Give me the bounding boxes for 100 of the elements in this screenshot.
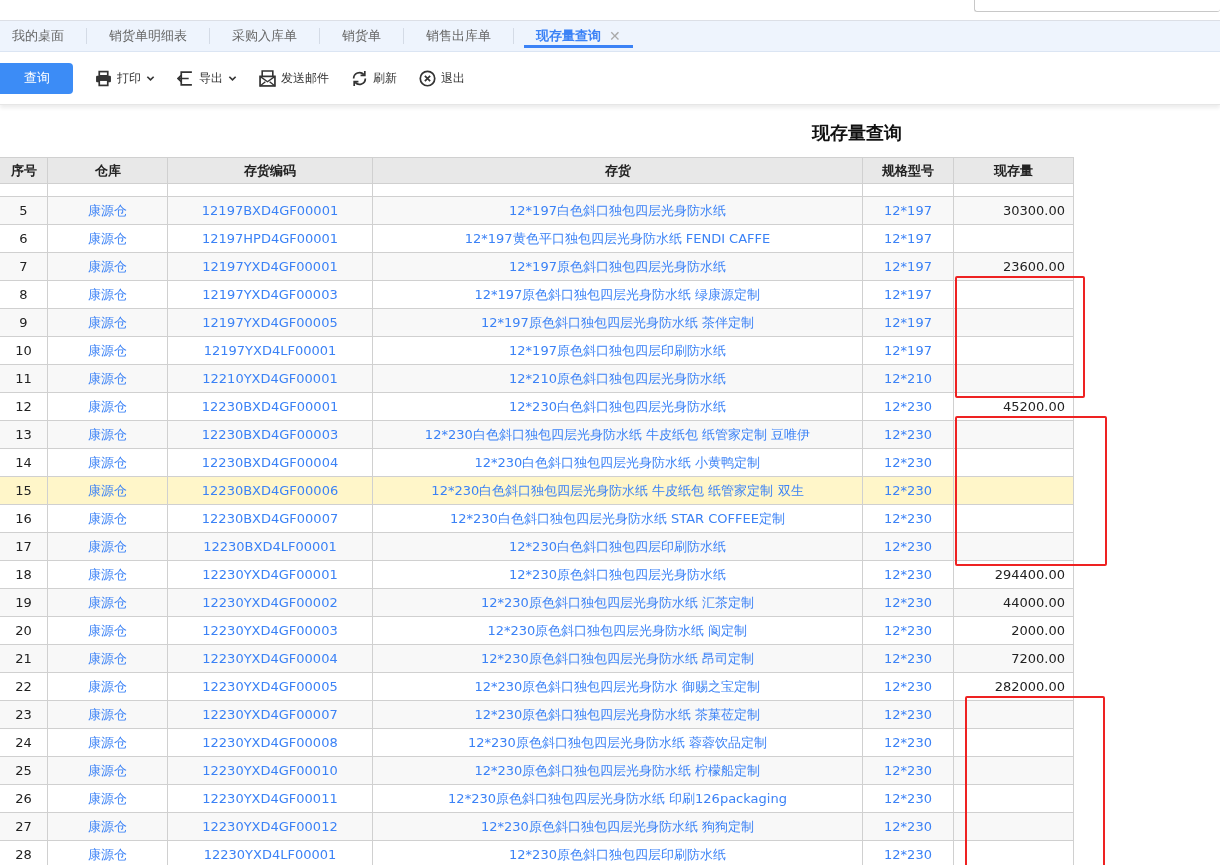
report-title: 现存量查询: [810, 121, 903, 145]
table-cell: 12230YXD4GF00010: [168, 757, 373, 785]
table-cell: 12*210原色斜口独包四层光身防水纸: [373, 365, 863, 393]
table-cell: 11: [0, 365, 48, 393]
tab[interactable]: 销货单: [330, 27, 393, 45]
table-cell: 12230YXD4GF00012: [168, 813, 373, 841]
table-cell: 12*197: [863, 253, 954, 281]
table-cell: 康源仓: [48, 645, 168, 673]
table-cell: 康源仓: [48, 533, 168, 561]
table-cell: 23600.00: [954, 253, 1074, 281]
table-cell: 9: [0, 309, 48, 337]
table-cell: 12*230原色斜口独包四层光身防水纸 狗狗定制: [373, 813, 863, 841]
table-cell: 12*230原色斜口独包四层光身防水纸 柠檬船定制: [373, 757, 863, 785]
table-cell: 12197YXD4GF00005: [168, 309, 373, 337]
table-cell: 12*230原色斜口独包四层光身防水纸 印刷126packaging: [373, 785, 863, 813]
table-cell: 12230YXD4GF00003: [168, 617, 373, 645]
table-cell: 12*230: [863, 729, 954, 757]
table-cell: 12*230原色斜口独包四层光身防水 御赐之宝定制: [373, 673, 863, 701]
table-cell: 12*230: [863, 813, 954, 841]
printer-icon: [95, 69, 112, 87]
table-cell: 12210YXD4GF00001: [168, 365, 373, 393]
table-cell: 12*197: [863, 225, 954, 253]
table-cell: 26: [0, 785, 48, 813]
table-cell: 12*230原色斜口独包四层光身防水纸 茶菓莅定制: [373, 701, 863, 729]
table-cell: 12230YXD4GF00011: [168, 785, 373, 813]
table-cell: 12*230: [863, 561, 954, 589]
table-cell: 18: [0, 561, 48, 589]
tab[interactable]: 销售出库单: [414, 27, 503, 45]
table-cell: 12*197黄色平口独包四层光身防水纸 FENDI CAFFE: [373, 225, 863, 253]
table-cell: 康源仓: [48, 477, 168, 505]
tab[interactable]: 我的桌面: [0, 27, 76, 45]
table-cell: 12*230: [863, 645, 954, 673]
table-cell: 12230YXD4GF00001: [168, 561, 373, 589]
table-cell: 康源仓: [48, 757, 168, 785]
table-cell: 44000.00: [954, 589, 1074, 617]
table-cell: 12*230原色斜口独包四层光身防水纸 汇茶定制: [373, 589, 863, 617]
table-cell: 12*197白色斜口独包四层光身防水纸: [373, 197, 863, 225]
table-cell: 12*197: [863, 309, 954, 337]
table-cell: 康源仓: [48, 505, 168, 533]
column-header: 序号: [0, 157, 48, 184]
table-cell: 康源仓: [48, 337, 168, 365]
table-cell: 12*230: [863, 673, 954, 701]
table-cell: 12*230白色斜口独包四层光身防水纸 小黄鸭定制: [373, 449, 863, 477]
table-cell: 12230YXD4GF00005: [168, 673, 373, 701]
table-cell: 康源仓: [48, 701, 168, 729]
table-cell: 康源仓: [48, 785, 168, 813]
table-cell: 12*197: [863, 337, 954, 365]
table-cell: 12*230原色斜口独包四层光身防水纸 蓉蓉饮品定制: [373, 729, 863, 757]
table-cell: 12197BXD4GF00001: [168, 197, 373, 225]
table-cell: 12*230白色斜口独包四层光身防水纸: [373, 393, 863, 421]
table-cell: 康源仓: [48, 449, 168, 477]
table-cell: 24: [0, 729, 48, 757]
table-cell: 14: [0, 449, 48, 477]
table-cell: 12230BXD4GF00006: [168, 477, 373, 505]
table-cell: 12230BXD4LF00001: [168, 533, 373, 561]
table-cell: 16: [0, 505, 48, 533]
table-cell: 282000.00: [954, 673, 1074, 701]
table-cell: 康源仓: [48, 589, 168, 617]
table-cell: 康源仓: [48, 561, 168, 589]
query-button[interactable]: 查询: [0, 62, 73, 94]
table-cell: 12*230: [863, 757, 954, 785]
table-cell: 康源仓: [48, 197, 168, 225]
table-cell: 12197YXD4GF00003: [168, 281, 373, 309]
table-cell: 12*210: [863, 365, 954, 393]
table-cell: 5: [0, 197, 48, 225]
table-cell: 12*197原色斜口独包四层光身防水纸 绿康源定制: [373, 281, 863, 309]
table-cell: 12*230白色斜口独包四层印刷防水纸: [373, 533, 863, 561]
envelope-icon: [259, 69, 276, 87]
toolbar-button[interactable]: 导出: [177, 69, 237, 87]
table-cell: 7200.00: [954, 645, 1074, 673]
toolbar-button[interactable]: 刷新: [351, 69, 397, 87]
table-cell: 12230BXD4GF00004: [168, 449, 373, 477]
table-cell: 17: [0, 533, 48, 561]
table-cell: 12*230: [863, 785, 954, 813]
table-cell: 康源仓: [48, 253, 168, 281]
table-cell: 12*230: [863, 533, 954, 561]
toolbar-button[interactable]: 退出: [419, 69, 465, 87]
table-cell: 19: [0, 589, 48, 617]
tab[interactable]: 现存量查询 ✕: [524, 24, 633, 48]
table-cell: 12*230: [863, 477, 954, 505]
table-cell: 12*230原色斜口独包四层光身防水纸 阆定制: [373, 617, 863, 645]
table-cell: 康源仓: [48, 365, 168, 393]
table-cell: 康源仓: [48, 309, 168, 337]
table-cell: 12*230: [863, 505, 954, 533]
table-cell: 6: [0, 225, 48, 253]
table-cell: 8: [0, 281, 48, 309]
table-cell: 12*230白色斜口独包四层光身防水纸 STAR COFFEE定制: [373, 505, 863, 533]
toolbar-button[interactable]: 打印: [95, 69, 155, 87]
table-cell: 12*230白色斜口独包四层光身防水纸 牛皮纸包 纸管家定制 豆唯伊: [373, 421, 863, 449]
table-cell: 25: [0, 757, 48, 785]
table-cell: 12*230: [863, 701, 954, 729]
toolbar-button[interactable]: 发送邮件: [259, 69, 329, 87]
column-header: 仓库: [48, 157, 168, 184]
table-cell: 12197HPD4GF00001: [168, 225, 373, 253]
table-cell: 30300.00: [954, 197, 1074, 225]
tab[interactable]: 采购入库单: [220, 27, 309, 45]
table-cell: 12230BXD4GF00003: [168, 421, 373, 449]
table-cell: 12*197原色斜口独包四层光身防水纸: [373, 253, 863, 281]
table-cell: 10: [0, 337, 48, 365]
tab[interactable]: 销货单明细表: [97, 27, 199, 45]
